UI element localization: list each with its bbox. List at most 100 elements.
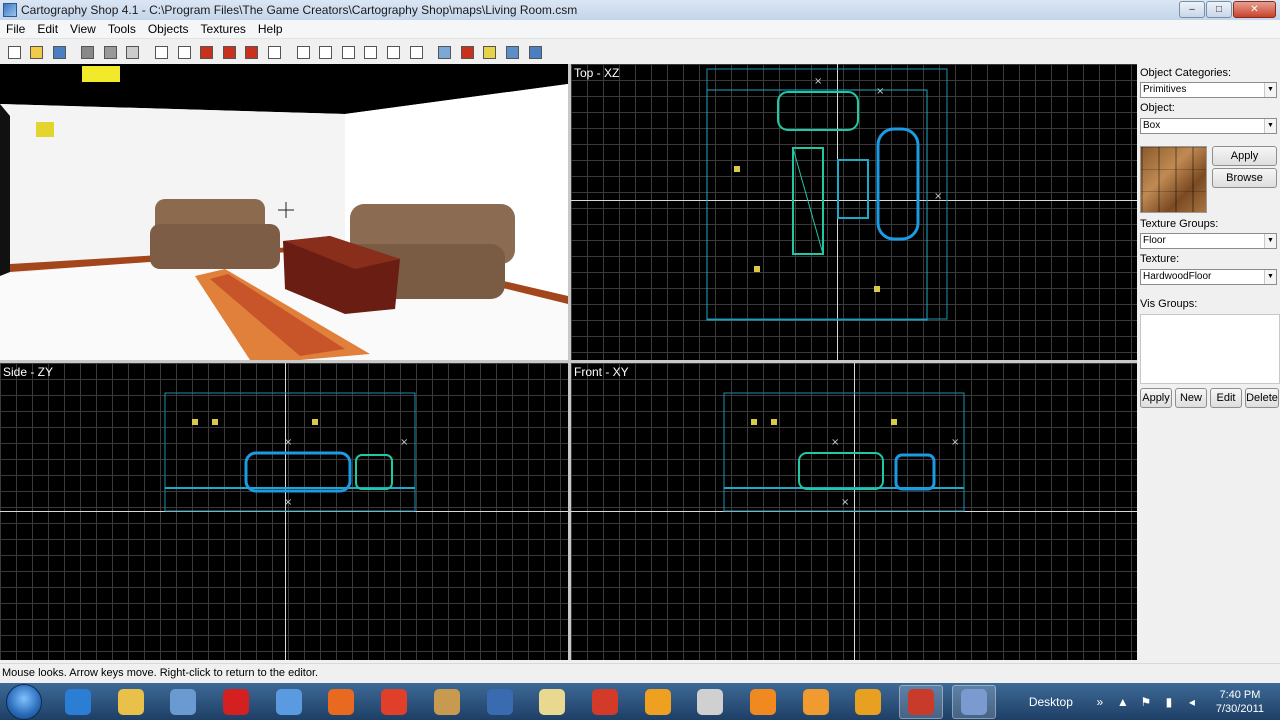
texture-brick-button[interactable] — [457, 42, 477, 62]
chevron-icon[interactable]: » — [1093, 695, 1107, 709]
horizontal-splitter[interactable] — [0, 360, 1137, 363]
taskbar-ie-button[interactable] — [56, 685, 100, 719]
layer-stack-button[interactable] — [361, 42, 381, 62]
help-button[interactable] — [525, 42, 545, 62]
maximize-button[interactable]: □ — [1206, 1, 1232, 18]
texture-value: HardwoodFloor — [1143, 271, 1212, 282]
settings-globe-icon — [505, 45, 519, 59]
light-bulb-button[interactable] — [480, 42, 500, 62]
object-select[interactable]: Box ▼ — [1140, 118, 1277, 134]
volume-icon[interactable]: ◂ — [1185, 695, 1199, 709]
close-button[interactable]: ✕ — [1233, 1, 1276, 18]
show-hidden-icon[interactable]: ▲ — [1116, 695, 1130, 709]
open-folder-icon — [30, 45, 44, 59]
copy-button[interactable] — [100, 42, 120, 62]
network-icon[interactable]: ▮ — [1162, 695, 1176, 709]
taskbar-cartography-button[interactable] — [951, 684, 996, 719]
brick-wall-button[interactable] — [197, 42, 217, 62]
taskbar-blender-2-button[interactable] — [794, 685, 838, 719]
new-file-icon — [7, 45, 21, 59]
minimize-button[interactable]: – — [1179, 1, 1205, 18]
red-cube-button[interactable] — [219, 42, 239, 62]
paste-icon — [126, 45, 140, 59]
desktop-toolbar-label[interactable]: Desktop — [1029, 695, 1073, 709]
chevron-down-icon: ▼ — [1264, 119, 1276, 133]
taskbar-blender-button[interactable] — [741, 685, 785, 719]
menu-view[interactable]: View — [64, 22, 102, 36]
top-viewport[interactable]: × × × Top - XZ — [571, 64, 1137, 360]
taskbar-red-app-button[interactable] — [214, 685, 258, 719]
red-box-outline-button[interactable] — [265, 42, 285, 62]
page-button[interactable] — [384, 42, 404, 62]
clock-date: 7/30/2011 — [1215, 702, 1264, 715]
taskbar-audio-button[interactable] — [846, 685, 890, 719]
texture-groups-select[interactable]: Floor ▼ — [1140, 233, 1277, 249]
green-app-icon — [908, 688, 934, 715]
menu-objects[interactable]: Objects — [142, 22, 195, 36]
object-categories-select[interactable]: Primitives ▼ — [1140, 82, 1277, 98]
cartography-icon — [960, 688, 987, 715]
vis-delete-button[interactable]: Delete — [1245, 388, 1279, 408]
app-icon — [3, 3, 17, 17]
taskbar-play-button[interactable] — [636, 685, 680, 719]
status-bar: Mouse looks. Arrow keys move. Right-clic… — [0, 663, 1280, 683]
svg-text:×: × — [951, 437, 959, 448]
taskbar-color-blocks-button[interactable] — [583, 685, 627, 719]
svg-text:×: × — [814, 76, 822, 87]
vis-edit-button[interactable]: Edit — [1210, 388, 1242, 408]
eraser-button[interactable] — [435, 42, 455, 62]
tool-icon — [697, 688, 724, 715]
chevron-down-icon: ▼ — [1264, 234, 1276, 248]
front-wireframe: × × × — [723, 392, 965, 512]
save-button[interactable] — [49, 42, 69, 62]
taskbar-firefox-button[interactable] — [319, 685, 363, 719]
clock-time: 7:40 PM — [1219, 688, 1261, 701]
taskbar-media-grid-button[interactable] — [478, 685, 522, 719]
taskbar-globe-button[interactable] — [267, 685, 311, 719]
taskbar-paint-button[interactable] — [530, 685, 574, 719]
paste-button[interactable] — [123, 42, 143, 62]
perspective-viewport[interactable]: Perspective — [0, 64, 568, 360]
taskbar-app-button[interactable] — [161, 685, 205, 719]
new-file-button[interactable] — [4, 42, 24, 62]
chevron-down-icon: ▼ — [1264, 270, 1276, 284]
light-bulb-icon — [483, 45, 497, 59]
cut-button[interactable] — [78, 42, 98, 62]
menu-help[interactable]: Help — [252, 22, 289, 36]
menu-tools[interactable]: Tools — [102, 22, 142, 36]
settings-globe-button[interactable] — [502, 42, 522, 62]
red-box-button[interactable] — [242, 42, 262, 62]
taskbar-chrome-button[interactable] — [372, 685, 416, 719]
toolbar — [0, 40, 1280, 64]
menu-edit[interactable]: Edit — [31, 22, 64, 36]
front-viewport[interactable]: × × × Front - XY — [571, 363, 1137, 660]
cube-button[interactable] — [174, 42, 194, 62]
group-button[interactable] — [293, 42, 313, 62]
vis-apply-button[interactable]: Apply — [1140, 388, 1172, 408]
open-folder-button[interactable] — [27, 42, 47, 62]
apply-texture-button[interactable]: Apply — [1212, 146, 1277, 166]
page-edit-button[interactable] — [406, 42, 426, 62]
ungroup-button[interactable] — [316, 42, 336, 62]
menu-textures[interactable]: Textures — [195, 22, 252, 36]
svg-text:×: × — [876, 86, 884, 97]
perspective-scene — [0, 64, 568, 360]
window-title: Cartography Shop 4.1 - C:\Program Files\… — [21, 3, 578, 17]
taskbar-green-app-button[interactable] — [899, 684, 943, 719]
side-viewport[interactable]: × × × Side - ZY — [0, 363, 568, 660]
browse-texture-button[interactable]: Browse — [1212, 168, 1277, 188]
taskbar-game-button[interactable] — [425, 685, 469, 719]
game-icon — [433, 688, 460, 715]
vis-new-button[interactable]: New — [1175, 388, 1207, 408]
clock[interactable]: 7:40 PM 7/30/2011 — [1216, 688, 1264, 716]
flag-icon[interactable]: ⚑ — [1139, 695, 1153, 709]
start-button[interactable] — [6, 683, 42, 720]
box-button[interactable] — [152, 42, 172, 62]
layer-button[interactable] — [338, 42, 358, 62]
vis-groups-list[interactable] — [1140, 314, 1280, 384]
taskbar-tool-button[interactable] — [688, 685, 732, 719]
menu-file[interactable]: File — [0, 22, 31, 36]
svg-text:×: × — [400, 437, 408, 448]
texture-select[interactable]: HardwoodFloor ▼ — [1140, 269, 1277, 285]
taskbar-explorer-folder-button[interactable] — [109, 685, 153, 719]
